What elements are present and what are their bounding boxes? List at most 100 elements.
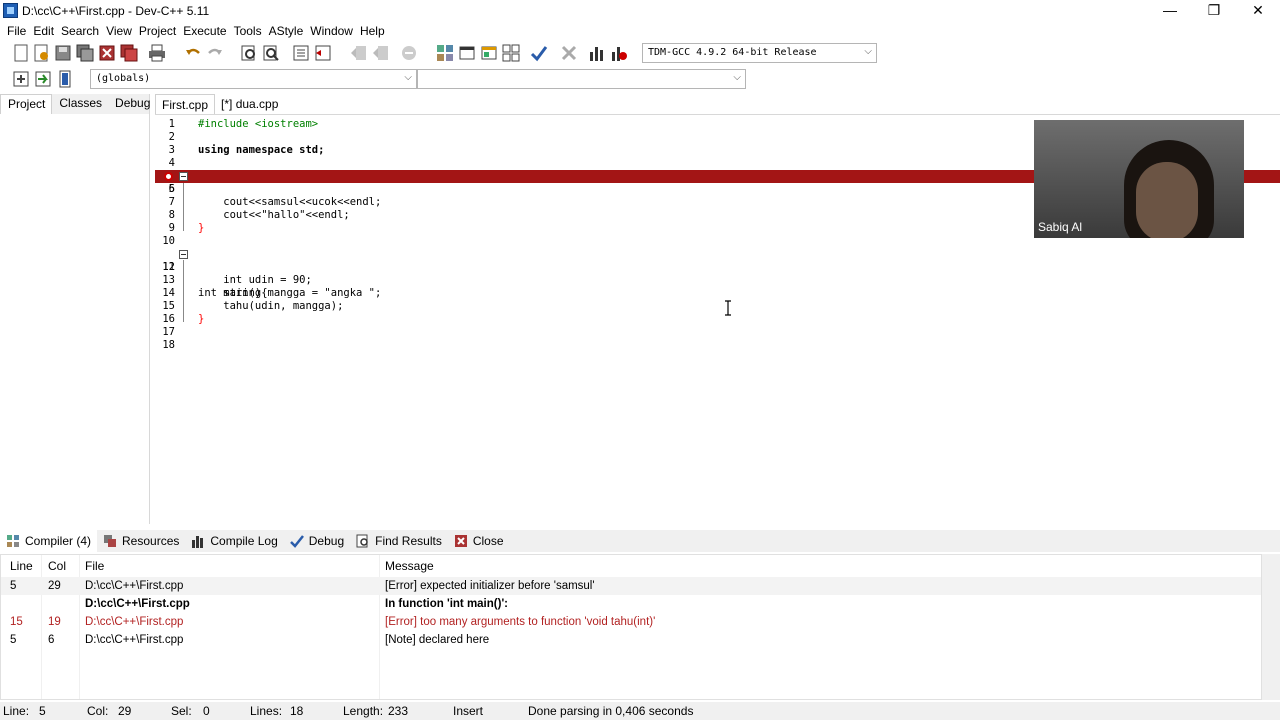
scope-select[interactable]: (globals) ⌵ — [90, 69, 417, 89]
find-icon — [356, 534, 368, 548]
save-icon[interactable] — [54, 44, 72, 62]
tile-icon[interactable] — [502, 44, 520, 62]
menu-view[interactable]: View — [99, 24, 132, 38]
table-row[interactable]: 15 19 D:\cc\C++\First.cpp [Error] too ma… — [1, 613, 1261, 631]
tab-resources[interactable]: Resources — [97, 530, 185, 552]
code-line: 17 — [162, 326, 175, 338]
tab-compiler[interactable]: Compiler (4) — [0, 530, 98, 552]
menu-project[interactable]: Project — [132, 24, 176, 38]
menu-file[interactable]: File — [0, 24, 26, 38]
message-tabs: Compiler (4) Resources Compile Log Debug… — [0, 530, 1280, 552]
tab-project[interactable]: Project — [0, 94, 53, 114]
tab-debug-output[interactable]: Debug — [284, 530, 350, 552]
code-line: 16} — [162, 313, 205, 325]
status-sel-value: 0 — [203, 704, 210, 718]
window-title: D:\cc\C++\First.cpp - Dev-C++ 5.11 — [22, 4, 210, 18]
save-all-icon[interactable] — [76, 44, 94, 62]
restore-button[interactable]: ❐ — [1192, 0, 1236, 22]
menu-search[interactable]: Search — [54, 24, 99, 38]
close-panel-button[interactable]: Close — [448, 530, 510, 552]
status-lines-label: Lines: — [250, 704, 283, 718]
vertical-scrollbar[interactable] — [1262, 554, 1280, 700]
resources-icon — [104, 535, 117, 547]
print-icon[interactable] — [148, 44, 166, 62]
full-screen-icon[interactable] — [458, 44, 476, 62]
menu-help[interactable]: Help — [353, 24, 385, 38]
fold-toggle-icon[interactable] — [179, 172, 188, 181]
tab-compiler-label: Compiler (4) — [25, 534, 92, 548]
column-header-line[interactable]: Line — [10, 559, 33, 573]
find-icon[interactable] — [240, 44, 258, 62]
table-header: Line Col File Message — [1, 555, 1261, 577]
undo-icon[interactable] — [184, 44, 202, 62]
new-project-icon[interactable] — [436, 44, 454, 62]
replace-icon[interactable] — [262, 44, 280, 62]
new-file-icon[interactable] — [12, 44, 30, 62]
goto-declaration-icon[interactable] — [34, 70, 52, 88]
tab-resources-label: Resources — [122, 534, 180, 548]
scope-select-value: (globals) — [96, 73, 151, 84]
minimize-button[interactable]: — — [1148, 0, 1192, 22]
tab-find-results[interactable]: Find Results — [350, 530, 448, 552]
status-length-value: 233 — [388, 704, 409, 718]
tab-compile-log-label: Compile Log — [210, 534, 278, 548]
menu-astyle[interactable]: AStyle — [262, 24, 304, 38]
table-row[interactable]: 5 6 D:\cc\C++\First.cpp [Note] declared … — [1, 631, 1261, 649]
member-select[interactable]: ⌵ — [417, 69, 746, 89]
tab-debug[interactable]: Debug — [108, 94, 156, 114]
close-file-icon[interactable] — [98, 44, 116, 62]
bookmark-next-icon[interactable] — [372, 44, 390, 62]
webcam-overlay: Sabiq Al — [1034, 120, 1244, 238]
goto-line-icon[interactable] — [400, 44, 418, 62]
open-file-icon[interactable] — [32, 44, 50, 62]
status-message: Done parsing in 0,406 seconds — [528, 704, 694, 718]
fold-toggle-icon[interactable] — [179, 250, 188, 259]
column-header-file[interactable]: File — [85, 559, 104, 573]
status-insert-mode: Insert — [453, 704, 484, 718]
status-col-value: 29 — [118, 704, 132, 718]
column-header-message[interactable]: Message — [385, 559, 434, 573]
code-line: 11 int main(){ — [155, 248, 1280, 299]
window-icon[interactable] — [480, 44, 498, 62]
main-toolbar: TDM-GCC 4.9.2 64-bit Release ⌵ — [0, 40, 880, 66]
goto-definition-icon[interactable] — [56, 70, 74, 88]
column-header-col[interactable]: Col — [48, 559, 66, 573]
stop-execution-icon[interactable] — [560, 44, 578, 62]
tab-find-results-label: Find Results — [375, 534, 442, 548]
close-window-button[interactable]: ✕ — [1236, 0, 1280, 22]
table-row[interactable]: D:\cc\C++\First.cpp In function 'int mai… — [1, 595, 1261, 613]
table-row[interactable]: 5 29 D:\cc\C++\First.cpp [Error] expecte… — [1, 577, 1261, 595]
status-line-value: 5 — [39, 704, 46, 718]
close-panel-label: Close — [472, 534, 504, 548]
close-all-icon[interactable] — [120, 44, 138, 62]
menu-window[interactable]: Window — [303, 24, 353, 38]
profile-chart-icon[interactable] — [588, 44, 606, 62]
tab-debug-label: Debug — [308, 534, 345, 548]
delete-profile-icon[interactable] — [610, 44, 628, 62]
chart-icon — [192, 536, 204, 548]
tab-first-cpp[interactable]: First.cpp — [155, 94, 216, 114]
tab-dua-cpp[interactable]: [*] dua.cpp — [215, 94, 284, 114]
code-line: 18 — [162, 339, 175, 351]
status-col-label: Col: — [87, 704, 109, 718]
indent-icon[interactable] — [292, 44, 310, 62]
menu-edit[interactable]: Edit — [26, 24, 54, 38]
chevron-down-icon: ⌵ — [864, 46, 872, 57]
chevron-down-icon: ⌵ — [404, 72, 412, 83]
chevron-down-icon: ⌵ — [733, 72, 741, 83]
compiler-select[interactable]: TDM-GCC 4.9.2 64-bit Release ⌵ — [642, 43, 877, 63]
insert-icon[interactable] — [12, 70, 30, 88]
tab-classes[interactable]: Classes — [52, 94, 108, 114]
menu-execute[interactable]: Execute — [176, 24, 226, 38]
title-bar: D:\cc\C++\First.cpp - Dev-C++ 5.11 — ❐ ✕ — [0, 0, 1280, 22]
compile-icon[interactable] — [530, 44, 548, 62]
menu-tools[interactable]: Tools — [227, 24, 262, 38]
redo-icon[interactable] — [206, 44, 224, 62]
error-marker-icon — [164, 172, 173, 181]
tab-compile-log[interactable]: Compile Log — [185, 530, 283, 552]
unindent-icon[interactable] — [314, 44, 332, 62]
code-line: 12 — [162, 261, 175, 273]
compiler-results-table: Line Col File Message 5 29 D:\cc\C++\Fir… — [0, 554, 1262, 700]
editor-tabs: First.cpp [*] dua.cpp — [155, 94, 284, 114]
bookmark-prev-icon[interactable] — [350, 44, 368, 62]
